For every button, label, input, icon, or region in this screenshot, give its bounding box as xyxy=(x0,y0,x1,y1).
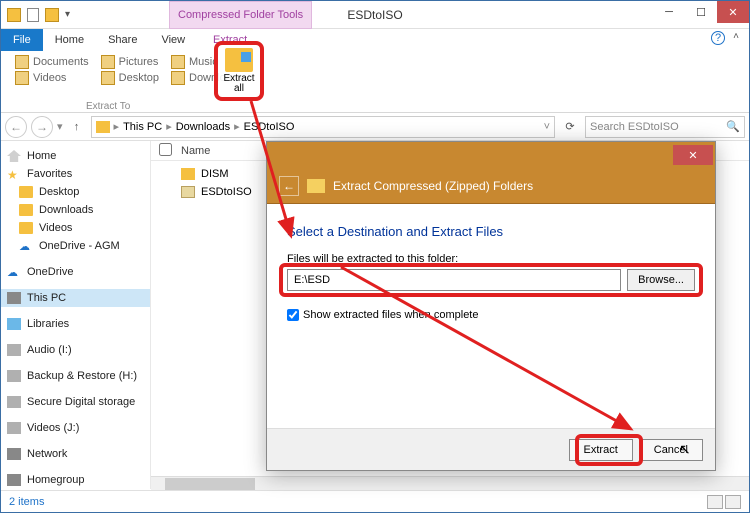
column-name[interactable]: Name xyxy=(181,145,210,157)
search-input[interactable]: Search ESDtoISO 🔍 xyxy=(585,116,745,138)
qat-props-icon[interactable] xyxy=(27,8,39,22)
maximize-button[interactable]: ☐ xyxy=(685,1,717,23)
select-all-checkbox[interactable] xyxy=(159,143,172,156)
ribbon-collapse-icon[interactable]: ˄ xyxy=(733,31,739,42)
extract-all-icon xyxy=(225,48,253,72)
nav-bar: ← → ▾ ↑ ▸ This PC ▸ Downloads ▸ ESDtoISO… xyxy=(1,113,749,141)
qat-newfolder-icon[interactable] xyxy=(45,8,59,22)
sidebar-homegroup[interactable]: Homegroup xyxy=(1,471,150,489)
sidebar-thispc[interactable]: This PC xyxy=(1,289,150,307)
view-large-icon[interactable] xyxy=(725,495,741,509)
dialog-titlebar[interactable]: ✕ xyxy=(267,142,715,168)
crumb-downloads[interactable]: Downloads xyxy=(176,121,230,133)
nav-pane: Home ★Favorites Desktop Downloads Videos… xyxy=(1,141,151,489)
sidebar-downloads[interactable]: Downloads xyxy=(1,201,150,219)
zip-folder-icon xyxy=(307,179,325,193)
search-icon: 🔍 xyxy=(726,120,740,133)
sidebar-favorites[interactable]: ★Favorites xyxy=(1,165,150,183)
wizard-back-icon[interactable]: ← xyxy=(279,176,299,196)
archive-icon xyxy=(181,186,195,198)
sidebar-sd[interactable]: Secure Digital storage xyxy=(1,393,150,411)
sidebar-videos-drive[interactable]: Videos (J:) xyxy=(1,419,150,437)
address-bar[interactable]: ▸ This PC ▸ Downloads ▸ ESDtoISO ˅ xyxy=(91,116,555,138)
browse-button[interactable]: Browse... xyxy=(627,269,695,291)
ribbon: Documents Videos Pictures Desktop Music … xyxy=(1,51,749,113)
extract-all-label: Extractall xyxy=(223,74,254,94)
history-chevron-icon[interactable]: ▾ xyxy=(57,120,63,133)
window-title: ESDtoISO xyxy=(347,8,402,22)
crumb-esdtoiso[interactable]: ESDtoISO xyxy=(244,121,295,133)
back-button[interactable]: ← xyxy=(5,116,27,138)
extract-all-button[interactable]: Extractall xyxy=(214,41,264,101)
dialog-banner: ← Extract Compressed (Zipped) Folders xyxy=(267,168,715,204)
qat: ▾ xyxy=(1,8,76,22)
sidebar-videos[interactable]: Videos xyxy=(1,219,150,237)
contextual-tab: Compressed Folder Tools xyxy=(169,1,312,29)
cancel-button[interactable]: Cancel xyxy=(639,439,703,461)
ribbon-desktop[interactable]: Desktop xyxy=(101,71,159,85)
window-controls: ─ ☐ ✕ xyxy=(653,1,749,23)
folder-icon xyxy=(181,168,195,180)
status-bar: 2 items xyxy=(1,490,749,512)
ribbon-videos[interactable]: Videos xyxy=(15,71,89,85)
tab-file[interactable]: File xyxy=(1,29,43,51)
minimize-button[interactable]: ─ xyxy=(653,1,685,23)
sidebar-onedrive-agm[interactable]: ☁OneDrive - AGM xyxy=(1,237,150,255)
dialog-close-button[interactable]: ✕ xyxy=(673,145,713,165)
extract-button[interactable]: Extract xyxy=(569,439,633,461)
crumb-pc[interactable]: This PC xyxy=(123,121,162,133)
view-details-icon[interactable] xyxy=(707,495,723,509)
close-button[interactable]: ✕ xyxy=(717,1,749,23)
tab-share[interactable]: Share xyxy=(96,29,149,51)
sidebar-audio[interactable]: Audio (I:) xyxy=(1,341,150,359)
sidebar-libraries[interactable]: Libraries xyxy=(1,315,150,333)
refresh-button[interactable]: ⟳ xyxy=(559,116,581,138)
dialog-footer: Extract Cancel xyxy=(267,428,715,470)
dialog-heading: Select a Destination and Extract Files xyxy=(287,224,695,239)
folder-icon xyxy=(96,121,110,133)
up-button[interactable]: ↑ xyxy=(67,117,87,137)
extract-dialog: ✕ ← Extract Compressed (Zipped) Folders … xyxy=(266,141,716,471)
ribbon-group-label: Extract To xyxy=(86,101,130,112)
destination-input[interactable] xyxy=(287,269,621,291)
help-icon[interactable]: ? xyxy=(711,31,725,45)
show-files-check[interactable] xyxy=(287,309,299,321)
ribbon-tabs: File Home Share View Extract xyxy=(1,29,749,51)
tab-view[interactable]: View xyxy=(149,29,197,51)
dialog-title: Extract Compressed (Zipped) Folders xyxy=(333,179,533,193)
dialog-path-label: Files will be extracted to this folder: xyxy=(287,253,695,265)
sidebar-backup[interactable]: Backup & Restore (H:) xyxy=(1,367,150,385)
titlebar: ▾ Compressed Folder Tools ESDtoISO ─ ☐ ✕ xyxy=(1,1,749,29)
qat-chevron-icon[interactable]: ▾ xyxy=(65,9,70,20)
tab-home[interactable]: Home xyxy=(43,29,96,51)
show-files-checkbox[interactable]: Show extracted files when complete xyxy=(287,309,695,321)
sidebar-onedrive[interactable]: ☁OneDrive xyxy=(1,263,150,281)
sidebar-home[interactable]: Home xyxy=(1,147,150,165)
status-count: 2 items xyxy=(9,496,44,508)
explorer-icon xyxy=(7,8,21,22)
ribbon-pictures[interactable]: Pictures xyxy=(101,55,159,69)
forward-button[interactable]: → xyxy=(31,116,53,138)
scrollbar-thumb[interactable] xyxy=(165,478,255,490)
address-chevron-icon[interactable]: ˅ xyxy=(544,121,550,133)
search-placeholder: Search ESDtoISO xyxy=(590,121,679,133)
ribbon-documents[interactable]: Documents xyxy=(15,55,89,69)
cursor-icon: ↖ xyxy=(679,441,691,458)
sidebar-desktop[interactable]: Desktop xyxy=(1,183,150,201)
scrollbar-horizontal[interactable] xyxy=(151,476,749,490)
sidebar-network[interactable]: Network xyxy=(1,445,150,463)
